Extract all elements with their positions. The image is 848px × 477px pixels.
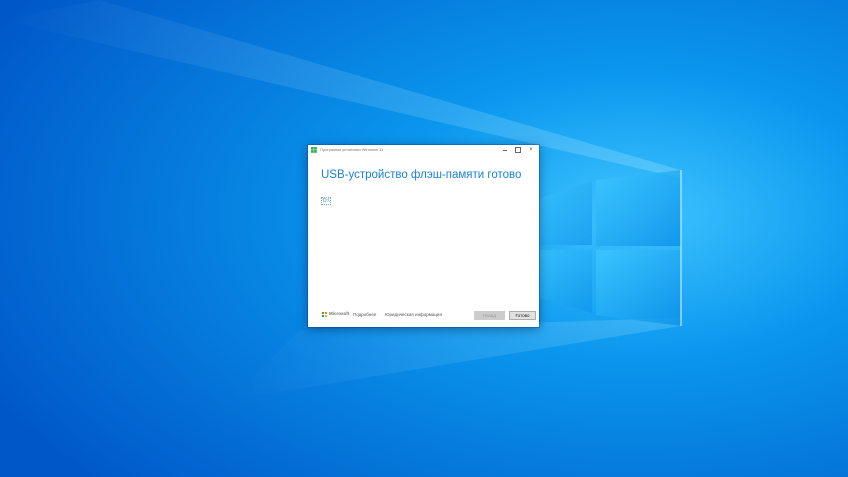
details-link[interactable]: Подробнее (353, 312, 376, 318)
close-icon: × (529, 147, 533, 153)
legal-info-link[interactable]: Юридическая информация (385, 312, 442, 318)
maximize-icon (515, 147, 521, 153)
finish-button[interactable]: Готово (509, 311, 536, 320)
back-button[interactable]: Назад (474, 311, 505, 320)
page-title: USB-устройство флэш-памяти готово (321, 169, 522, 181)
usb-drive-item[interactable]: D:\ (321, 197, 332, 205)
window-title: Программа установки Windows 11 (320, 147, 384, 152)
minimize-icon (503, 149, 507, 151)
minimize-button[interactable] (499, 145, 511, 155)
setup-dialog-window: Программа установки Windows 11 × USB-уст… (308, 145, 539, 327)
maximize-button[interactable] (512, 145, 524, 155)
microsoft-wordmark: Microsoft (329, 311, 350, 316)
microsoft-logo-icon (322, 312, 327, 317)
title-bar[interactable]: Программа установки Windows 11 × (308, 145, 539, 156)
windows-logo-icon (311, 147, 317, 153)
close-button[interactable]: × (525, 145, 537, 155)
